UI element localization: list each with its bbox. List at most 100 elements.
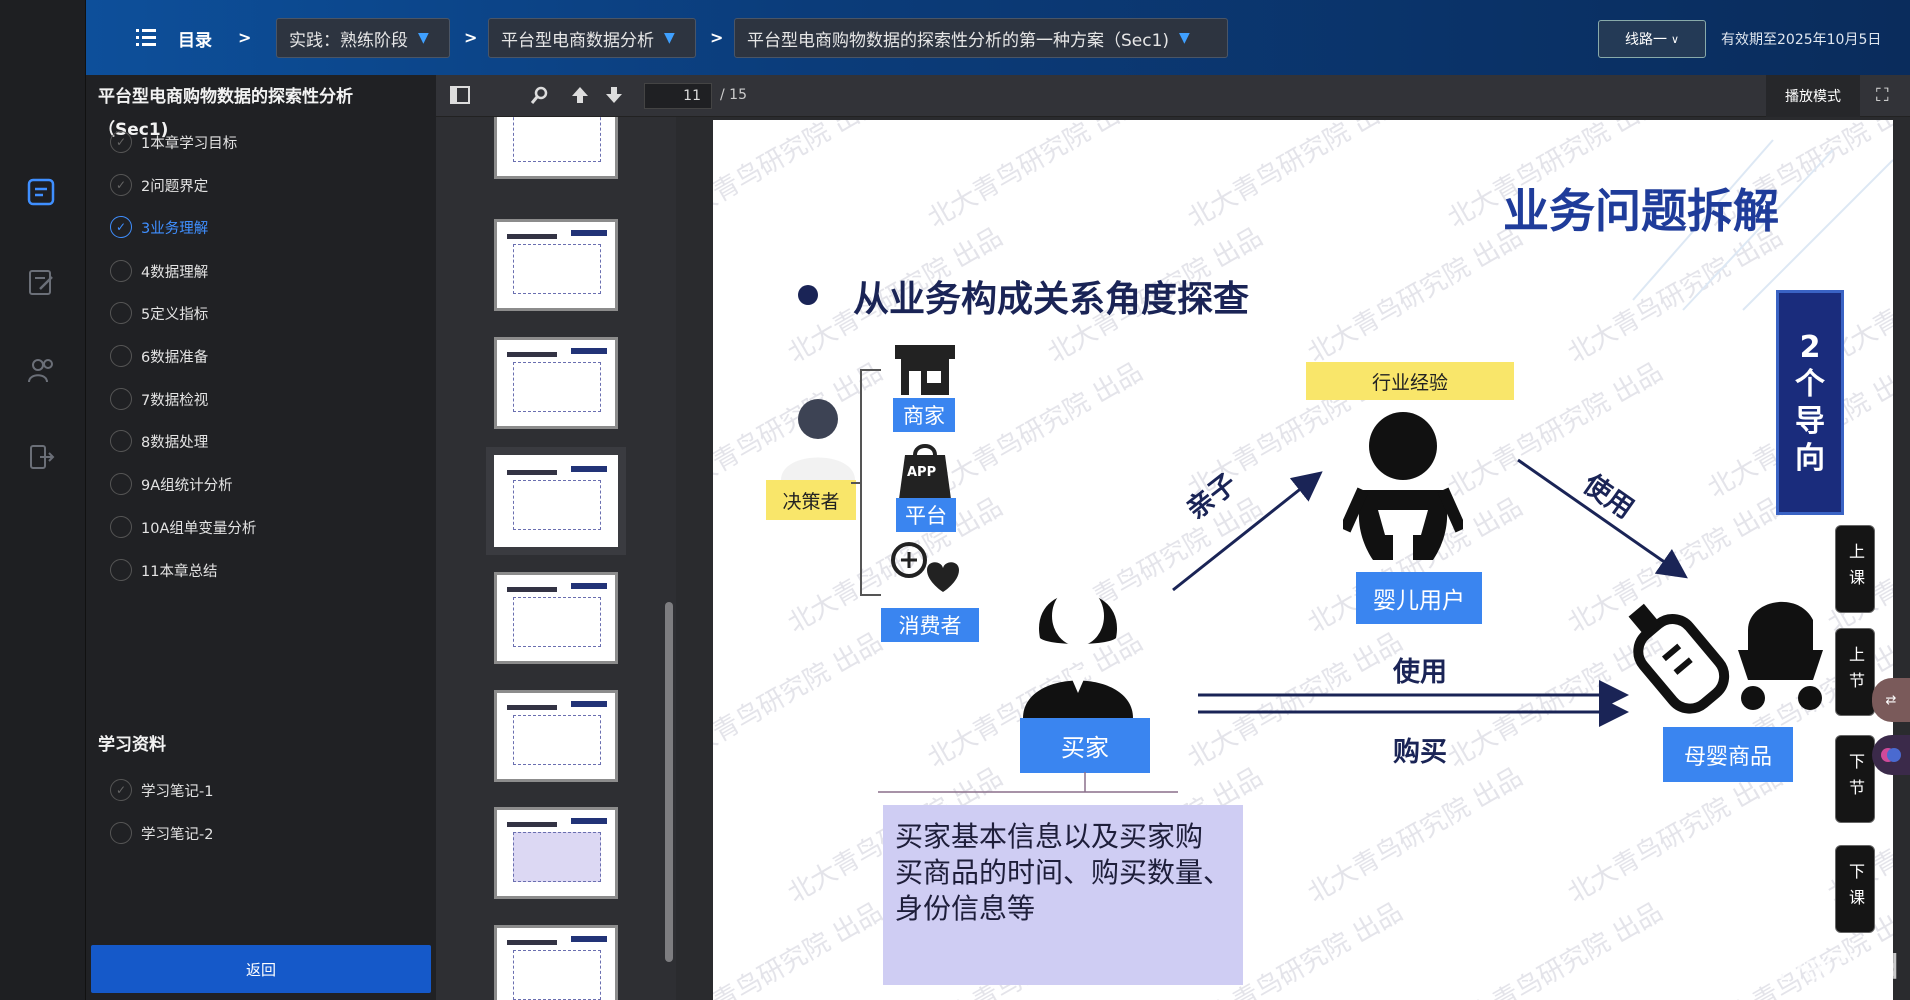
two-orientations-banner: 2 个 导 向 <box>1776 290 1844 515</box>
toc-item-label: 6数据准备 <box>141 349 209 366</box>
chevron-down-icon: ∨ <box>1670 32 1680 46</box>
check-circle-icon: ✓ <box>110 216 132 238</box>
breadcrumb-separator: > <box>464 28 478 47</box>
line-select-label: 线路一 <box>1624 32 1667 48</box>
banner-char: 导 <box>1795 403 1825 439</box>
course-outline-icon[interactable] <box>24 175 58 209</box>
toc-item-label: 7数据检视 <box>141 392 209 409</box>
top-bar: 目录 > 实践：熟练阶段 ▼ > 平台型电商数据分析 ▼ > 平台型电商购物数据的探… <box>86 0 1910 75</box>
page-thumbnail[interactable] <box>494 219 618 311</box>
breadcrumb-separator: > <box>710 28 724 47</box>
translate-icon[interactable]: ⇄ <box>1872 678 1910 722</box>
relation-use-label: 使用 <box>1393 657 1447 688</box>
toc-item-label: 1本章学习目标 <box>141 135 238 152</box>
lesson-nav-button[interactable]: 下课 <box>1835 845 1875 933</box>
toc-item-label: 2问题界定 <box>141 178 209 195</box>
lesson-nav-button[interactable]: 上节 <box>1835 628 1875 716</box>
material-item-label: 学习笔记-2 <box>141 826 214 843</box>
menu-list-icon[interactable] <box>136 27 156 47</box>
empty-circle-icon <box>110 559 132 581</box>
toc-item[interactable]: 8数据处理 <box>110 426 208 456</box>
check-circle-icon: ✓ <box>110 131 132 153</box>
toc-label[interactable]: 目录 <box>178 26 212 51</box>
ai-brain-icon[interactable] <box>1872 735 1910 775</box>
lesson-nav-button[interactable]: 下节 <box>1835 735 1875 823</box>
lesson-nav-label: 上课 <box>1846 543 1865 595</box>
caret-down-icon: ▼ <box>1179 30 1190 46</box>
page-number-input[interactable]: 11 <box>644 83 712 109</box>
toc-item[interactable]: ✓ 2问题界定 <box>110 170 208 200</box>
material-item-label: 学习笔记-1 <box>141 783 214 800</box>
breadcrumb-separator: > <box>238 28 252 47</box>
breadcrumb-stage-label: 实践：熟练阶段 <box>289 30 408 51</box>
prev-page-icon[interactable] <box>568 85 592 107</box>
next-page-icon[interactable] <box>602 85 626 107</box>
page-thumbnail[interactable] <box>494 572 618 664</box>
users-icon[interactable] <box>24 353 58 387</box>
toc-item[interactable]: 9A组统计分析 <box>110 469 233 499</box>
relation-buy-label: 购买 <box>1393 737 1447 768</box>
source-watermark: CSDN @Waitind <box>1630 948 1900 988</box>
breadcrumb-course-dropdown[interactable]: 平台型电商数据分析 ▼ <box>488 18 696 58</box>
viewer-toolbar: 11 / 15 播放模式 ⛶ <box>436 75 1910 117</box>
line-select-button[interactable]: 线路一 ∨ <box>1598 20 1706 58</box>
toc-item[interactable]: 5定义指标 <box>110 298 208 328</box>
app-window: 目录 > 实践：熟练阶段 ▼ > 平台型电商数据分析 ▼ > 平台型电商购物数据的探… <box>0 0 1910 1000</box>
toc-item-label: 10A组单变量分析 <box>141 520 257 537</box>
page-thumbnail[interactable] <box>494 925 618 1000</box>
toc-item[interactable]: 10A组单变量分析 <box>110 512 256 542</box>
page-thumbnail[interactable] <box>494 690 618 782</box>
toc-item-label: 3业务理解 <box>141 220 209 237</box>
empty-circle-icon <box>110 388 132 410</box>
toc-panel: 平台型电商购物数据的探索性分析（Sec1) ✓ 1本章学习目标 ✓ 2问题界定 ✓ 3业务… <box>86 75 436 1000</box>
breadcrumb-lesson-label: 平台型电商购物数据的探索性分析的第一种方案（Sec1) <box>747 30 1170 51</box>
banner-char: 2 <box>1799 329 1821 365</box>
page-thumbnail-selected[interactable] <box>494 455 618 547</box>
empty-circle-icon <box>110 430 132 452</box>
toc-item-label: 11本章总结 <box>141 563 218 580</box>
toc-item[interactable]: 7数据检视 <box>110 384 208 414</box>
page-thumbnail[interactable] <box>494 337 618 429</box>
exit-icon[interactable] <box>24 440 58 474</box>
empty-circle-icon <box>110 302 132 324</box>
breadcrumb-lesson-dropdown[interactable]: 平台型电商购物数据的探索性分析的第一种方案（Sec1) ▼ <box>734 18 1228 58</box>
caret-down-icon: ▼ <box>664 30 675 46</box>
material-item[interactable]: ✓ 学习笔记-1 <box>110 775 213 805</box>
sidebar-toggle-icon[interactable] <box>448 85 472 107</box>
check-circle-icon: ✓ <box>110 779 132 801</box>
breadcrumb-course-label: 平台型电商数据分析 <box>501 30 654 51</box>
toc-item[interactable]: ✓ 3业务理解 <box>110 212 208 242</box>
empty-circle-icon <box>110 473 132 495</box>
toc-item[interactable]: 11本章总结 <box>110 555 217 585</box>
caret-down-icon: ▼ <box>418 30 429 46</box>
toc-item-label: 8数据处理 <box>141 434 209 451</box>
lesson-nav-button[interactable]: 上课 <box>1835 525 1875 613</box>
materials-title: 学习资料 <box>98 735 166 755</box>
toc-item[interactable]: 4数据理解 <box>110 256 208 286</box>
fullscreen-icon[interactable]: ⛶ <box>1876 85 1889 106</box>
toc-item-label: 5定义指标 <box>141 306 209 323</box>
thumbnail-scrollbar[interactable] <box>665 602 673 962</box>
material-item[interactable]: 学习笔记-2 <box>110 818 213 848</box>
lesson-nav-label: 上节 <box>1846 646 1865 698</box>
search-icon[interactable] <box>528 85 552 107</box>
lesson-nav-label: 下课 <box>1846 863 1865 915</box>
page-thumbnail[interactable] <box>494 117 618 179</box>
toc-item[interactable]: ✓ 1本章学习目标 <box>110 127 237 157</box>
left-rail <box>0 0 86 1000</box>
page-total: / 15 <box>720 87 747 103</box>
thumbnail-strip <box>436 117 676 1000</box>
edit-notes-icon[interactable] <box>24 265 58 299</box>
empty-circle-icon <box>110 260 132 282</box>
toc-item-label: 9A组统计分析 <box>141 477 233 494</box>
page-thumbnail[interactable] <box>494 807 618 899</box>
slide-canvas: 北大青鸟研究院 出品北大青鸟研究院 出品北大青鸟研究院 出品北大青鸟研究院 出品… <box>713 120 1893 1000</box>
check-circle-icon: ✓ <box>110 174 132 196</box>
toc-item[interactable]: 6数据准备 <box>110 341 208 371</box>
breadcrumb-stage-dropdown[interactable]: 实践：熟练阶段 ▼ <box>276 18 450 58</box>
empty-circle-icon <box>110 516 132 538</box>
relation-arrows <box>1172 458 1688 727</box>
back-button[interactable]: 返回 <box>91 945 431 993</box>
play-mode-button[interactable]: 播放模式 <box>1766 75 1860 117</box>
banner-char: 向 <box>1795 440 1825 476</box>
